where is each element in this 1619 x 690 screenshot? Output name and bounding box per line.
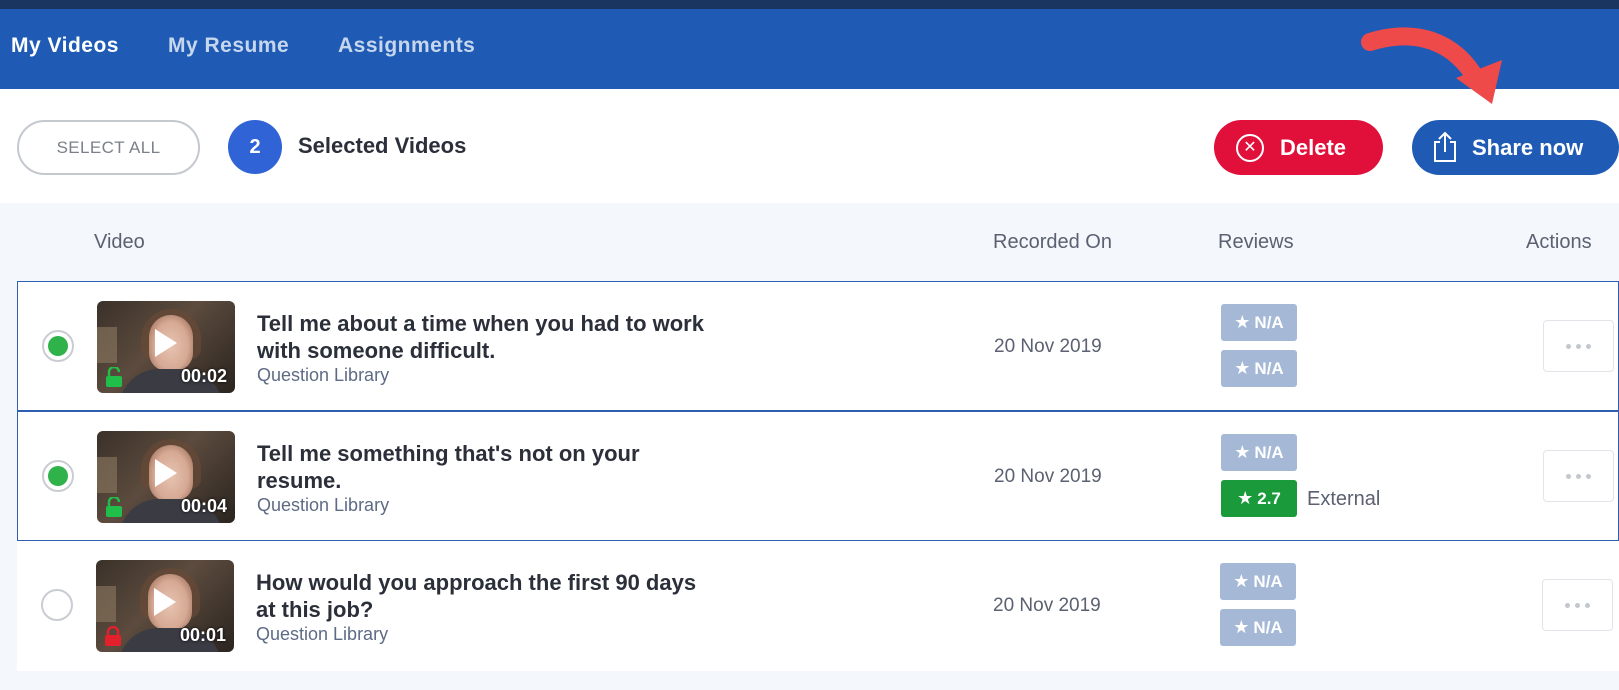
selected-dot (48, 466, 68, 486)
question-source: Question Library (256, 624, 389, 644)
review-badge: ★ N/A (1221, 434, 1297, 471)
select-all-button[interactable]: SELECT ALL (17, 120, 200, 175)
row-actions-menu-button[interactable] (1543, 320, 1614, 372)
header-reviews: Reviews (1218, 231, 1294, 253)
star-icon: ★ (1234, 358, 1251, 378)
review-badge-rated: ★ 2.7 (1221, 480, 1297, 517)
share-now-button[interactable]: Share now (1412, 120, 1619, 175)
star-icon: ★ (1233, 571, 1250, 591)
share-icon (1434, 131, 1456, 162)
star-icon: ★ (1233, 617, 1250, 637)
video-duration: 00:01 (179, 625, 226, 645)
review-badge: ★ N/A (1221, 304, 1297, 341)
header-actions: Actions (1526, 231, 1592, 253)
header-recorded-on: Recorded On (993, 231, 1112, 253)
star-icon: ★ (1237, 488, 1254, 508)
play-icon (155, 329, 177, 357)
recorded-date: 20 Nov 2019 (993, 595, 1101, 616)
play-icon (155, 459, 177, 487)
recorded-date: 20 Nov 2019 (994, 336, 1102, 357)
row-actions-menu-button[interactable] (1543, 450, 1614, 502)
tab-assignments[interactable]: Assignments (338, 9, 475, 89)
header-video: Video (94, 231, 145, 253)
question-title: Tell me something that's not on your res… (257, 441, 640, 493)
video-thumbnail[interactable]: 00:04 (97, 431, 235, 523)
play-icon (154, 588, 176, 616)
locked-lock-icon (105, 626, 121, 646)
share-now-label: Share now (1472, 135, 1584, 160)
annotation-arrow-icon (1361, 27, 1502, 104)
review-source-label: External (1307, 488, 1381, 510)
table-row[interactable]: 00:01 How would you approach the first 9… (17, 541, 1619, 671)
table-row[interactable]: 00:04 Tell me something that's not on yo… (17, 411, 1619, 541)
review-badge: ★ N/A (1220, 609, 1296, 646)
top-strip (0, 0, 1619, 9)
star-icon: ★ (1234, 312, 1251, 332)
table-row[interactable]: 00:02 Tell me about a time when you had … (17, 281, 1619, 411)
row-select-radio[interactable] (41, 589, 73, 621)
selected-videos-label: Selected Videos (298, 133, 467, 158)
video-thumbnail[interactable]: 00:02 (97, 301, 235, 393)
tab-my-videos[interactable]: My Videos (11, 9, 119, 89)
question-source: Question Library (257, 365, 390, 385)
video-duration: 00:02 (180, 366, 227, 386)
delete-button[interactable]: ✕ Delete (1214, 120, 1383, 175)
row-select-radio[interactable] (42, 460, 74, 492)
question-title: How would you approach the first 90 days… (256, 570, 697, 622)
video-duration: 00:04 (180, 496, 227, 516)
delete-button-label: Delete (1280, 135, 1347, 160)
question-source: Question Library (257, 495, 390, 515)
close-circle-icon: ✕ (1236, 134, 1264, 162)
row-actions-menu-button[interactable] (1542, 579, 1613, 631)
review-badge: ★ N/A (1220, 563, 1296, 600)
star-icon: ★ (1234, 442, 1251, 462)
selected-count-badge: 2 (228, 120, 282, 174)
table-header: Video Recorded On Reviews Actions (0, 203, 1619, 281)
unlocked-lock-icon (106, 367, 122, 387)
video-thumbnail[interactable]: 00:01 (96, 560, 234, 652)
review-badge: ★ N/A (1221, 350, 1297, 387)
selected-dot (48, 336, 68, 356)
unlocked-lock-icon (106, 497, 122, 517)
question-title: Tell me about a time when you had to wor… (257, 311, 704, 363)
tab-my-resume[interactable]: My Resume (168, 9, 289, 89)
recorded-date: 20 Nov 2019 (994, 466, 1102, 487)
row-select-radio[interactable] (42, 330, 74, 362)
